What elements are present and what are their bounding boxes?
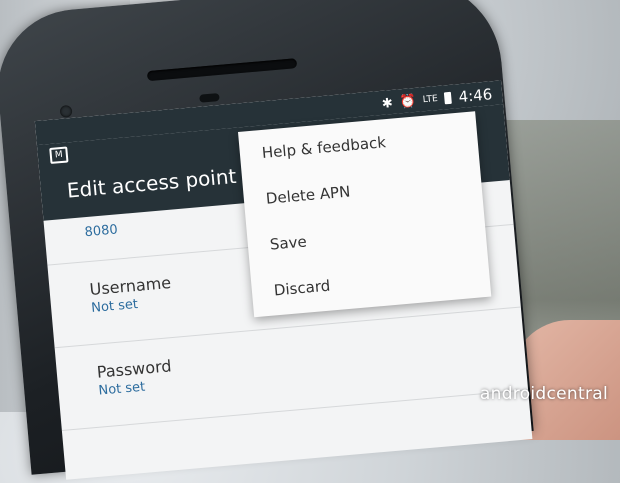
proximity-sensor [199,93,220,103]
overflow-menu: Help & feedback Delete APN Save Discard [238,111,492,318]
earpiece-speaker [146,58,298,82]
page-title: Edit access point [65,163,238,203]
battery-icon [444,91,453,105]
front-camera [59,104,73,118]
alarm-icon: ⏰ [399,93,417,110]
lte-signal-icon: LTE [422,93,439,106]
status-time: 4:46 [457,85,493,107]
bluetooth-icon: ✱ [381,95,394,112]
mail-icon: M [49,146,69,164]
watermark: androidcentral [479,384,608,404]
